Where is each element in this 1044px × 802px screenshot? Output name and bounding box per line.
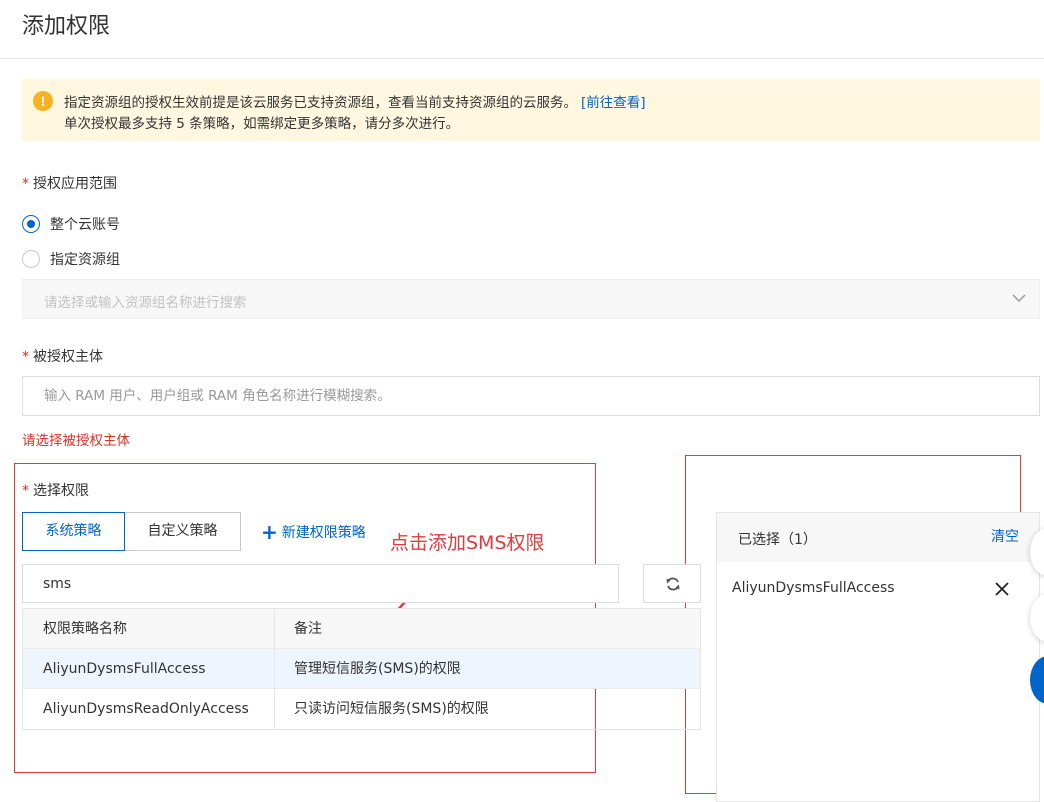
required-mark: * [22,483,29,499]
table-cell-note: 只读访问短信服务(SMS)的权限 [294,701,489,717]
tab-system-policy[interactable]: 系统策略 [22,512,125,551]
required-mark: * [22,349,29,365]
resource-group-select: 请选择或输入资源组名称进行搜索 [22,279,1040,319]
table-cell-name: AliyunDysmsReadOnlyAccess [23,689,275,729]
selected-panel: 已选择（1） 清空 AliyunDysmsFullAccess [716,512,1040,802]
radio-resource-group[interactable]: 指定资源组 [22,249,120,269]
selected-title: 已选择（1） [738,532,817,548]
permissions-label-text: 选择权限 [33,483,89,499]
permissions-label: * 选择权限 [22,480,89,500]
principal-search-input[interactable] [22,376,1040,416]
title-divider [0,58,1044,59]
tab-custom-policy[interactable]: 自定义策略 [124,512,241,551]
selected-panel-header: 已选择（1） 清空 [717,513,1039,562]
scope-label: * 授权应用范围 [22,173,117,193]
plus-icon: + [261,520,278,544]
table-cell-name: AliyunDysmsFullAccess [23,649,275,689]
chevron-down-icon [1012,294,1026,303]
scope-label-text: 授权应用范围 [33,176,117,192]
table-cell-note: 管理短信服务(SMS)的权限 [294,661,461,677]
selected-item: AliyunDysmsFullAccess [732,580,895,596]
table-header-name: 权限策略名称 [23,609,275,649]
table-row[interactable]: AliyunDysmsFullAccess 管理短信服务(SMS)的权限 [23,649,700,689]
new-policy-button[interactable]: + 新建权限策略 [261,520,366,544]
info-alert: ! 指定资源组的授权生效前提是该云服务已支持资源组，查看当前支持资源组的云服务。… [22,79,1040,141]
refresh-button[interactable] [643,564,701,603]
principal-label-text: 被授权主体 [33,349,103,365]
close-icon[interactable] [993,580,1011,598]
table-row[interactable]: AliyunDysmsReadOnlyAccess 只读访问短信服务(SMS)的… [23,689,700,729]
radio-button-unchecked[interactable] [22,250,40,268]
refresh-icon [666,577,680,591]
principal-label: * 被授权主体 [22,346,103,366]
radio-resource-group-label: 指定资源组 [50,252,120,268]
table-header-note: 备注 [294,621,322,637]
clear-selected-button[interactable]: 清空 [991,526,1019,546]
warning-icon: ! [33,91,53,111]
table-header-row: 权限策略名称 备注 [23,609,700,649]
radio-button-checked[interactable] [22,215,40,233]
new-policy-label: 新建权限策略 [281,525,366,541]
required-mark: * [22,176,29,192]
alert-line-1: 指定资源组的授权生效前提是该云服务已支持资源组，查看当前支持资源组的云服务。 [前… [64,91,646,111]
principal-error-text: 请选择被授权主体 [22,433,130,449]
annotation-text: 点击添加SMS权限 [390,532,545,554]
radio-whole-account[interactable]: 整个云账号 [22,214,120,234]
policy-search-input[interactable] [22,564,619,603]
resource-group-placeholder: 请选择或输入资源组名称进行搜索 [44,295,247,311]
policy-table: 权限策略名称 备注 AliyunDysmsFullAccess 管理短信服务(S… [22,608,701,730]
page-title: 添加权限 [22,14,111,39]
alert-line-2: 单次授权最多支持 5 条策略，如需绑定更多策略，请分多次进行。 [64,116,460,132]
alert-text-1: 指定资源组的授权生效前提是该云服务已支持资源组，查看当前支持资源组的云服务。 [64,95,577,111]
radio-whole-account-label: 整个云账号 [50,217,120,233]
view-supported-services-link[interactable]: [前往查看] [581,95,646,111]
